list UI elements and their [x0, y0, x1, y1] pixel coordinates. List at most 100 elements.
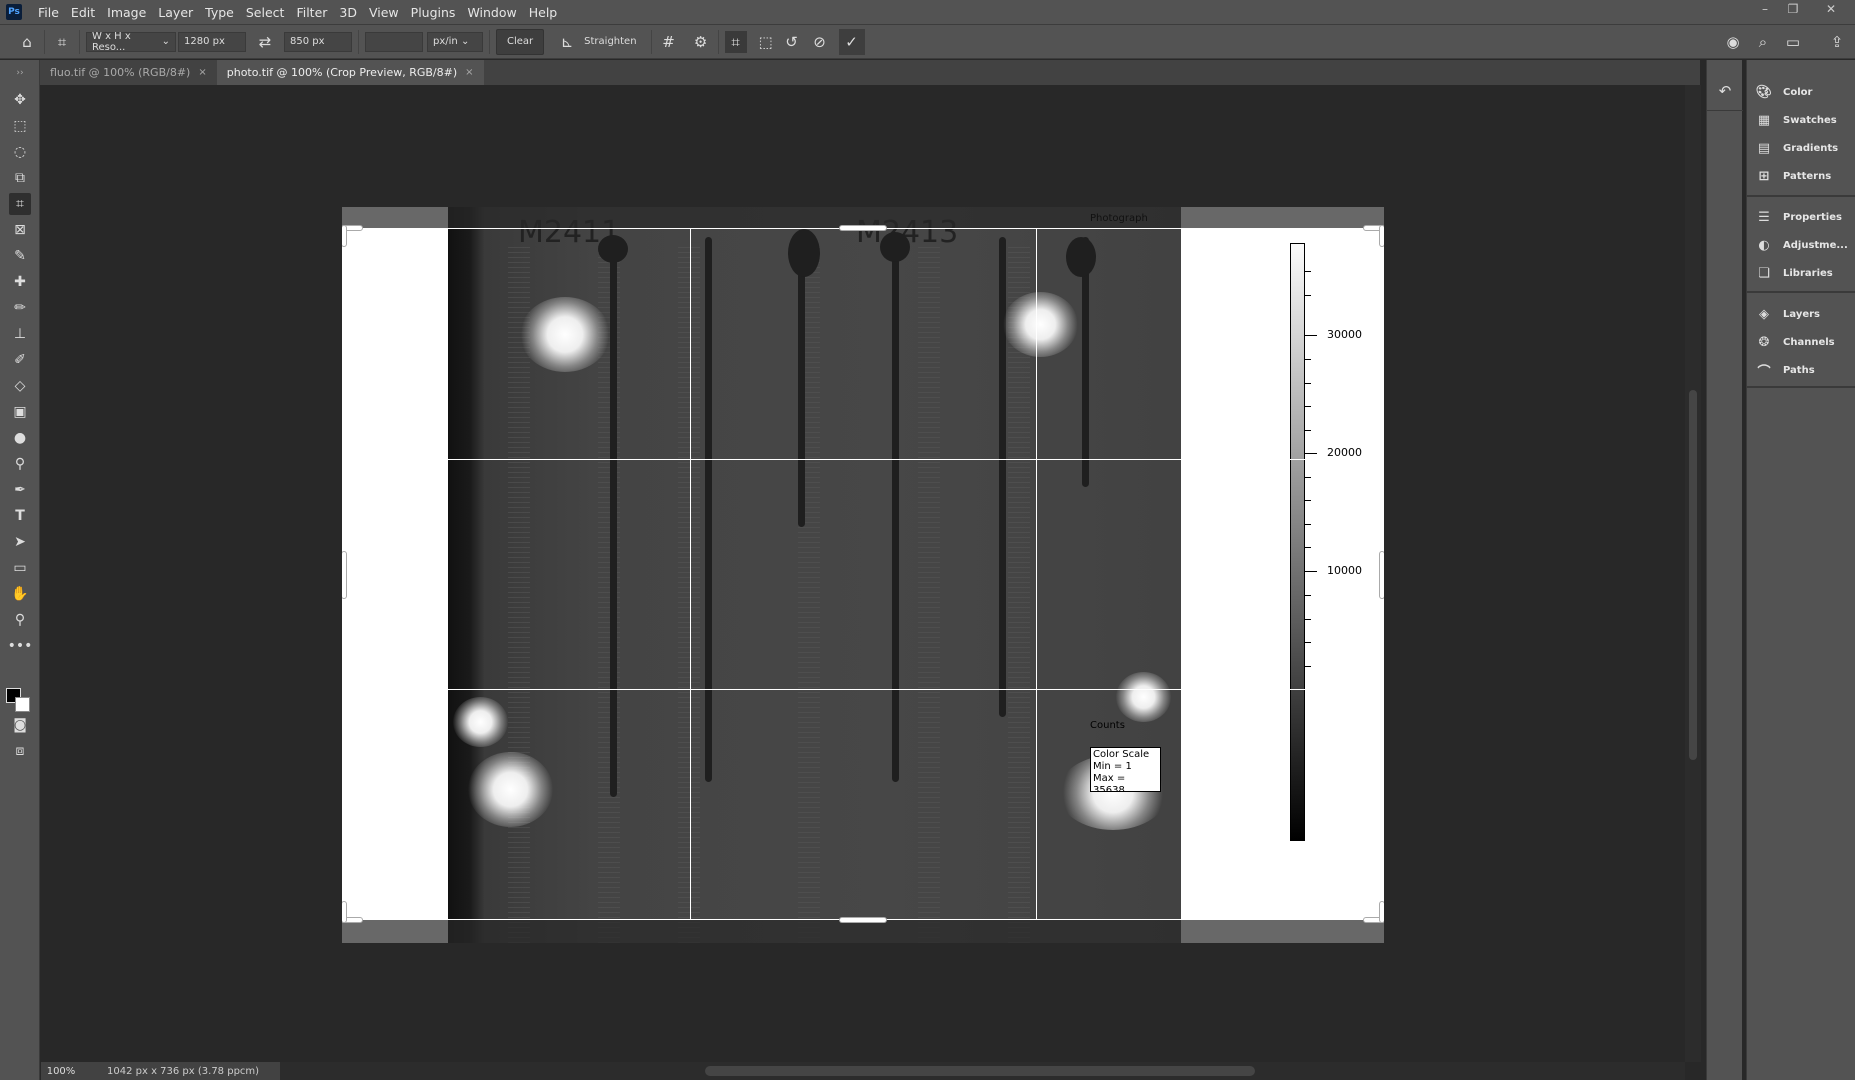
commit-checkmark-icon[interactable]: ✓ — [838, 28, 865, 55]
path-select-icon[interactable]: ➤ — [9, 531, 31, 553]
panel-adjustments[interactable]: ◐ Adjustme... — [1755, 237, 1847, 253]
crop-handle-right[interactable] — [1380, 552, 1384, 598]
panel-properties[interactable]: ☰ Properties — [1755, 209, 1842, 225]
minimize-icon[interactable]: – — [1752, 2, 1778, 22]
crop-handle-top[interactable] — [840, 226, 886, 230]
panel-libraries[interactable]: ❏ Libraries — [1755, 265, 1833, 281]
search-icon[interactable]: ⌕ — [1752, 31, 1774, 53]
menu-window[interactable]: Window — [461, 5, 522, 20]
eraser-tool-icon[interactable]: ◇ — [9, 375, 31, 397]
gradient-tool-icon[interactable]: ▣ — [9, 401, 31, 423]
share-icon[interactable]: ⇪ — [1826, 31, 1848, 53]
menu-image[interactable]: Image — [101, 5, 152, 20]
history-brush-icon[interactable]: ✐ — [9, 349, 31, 371]
menu-plugins[interactable]: Plugins — [405, 5, 462, 20]
horizontal-scroll-thumb[interactable] — [705, 1066, 1255, 1076]
crop-handle-bottom-right[interactable] — [1380, 902, 1384, 922]
menu-select[interactable]: Select — [240, 5, 291, 20]
overlay-grid-icon[interactable]: # — [658, 31, 680, 53]
menu-edit[interactable]: Edit — [65, 5, 101, 20]
document-canvas[interactable]: M2411 M2413 30000 20000 10000 Counts Col… — [342, 207, 1384, 943]
resolution-input[interactable] — [365, 31, 423, 52]
unit-select[interactable]: px/in ⌄ — [427, 31, 483, 52]
object-select-tool-icon[interactable]: ⧉ — [9, 167, 31, 189]
hand-tool-icon[interactable]: ✋ — [9, 583, 31, 605]
crop-box[interactable] — [342, 228, 1384, 920]
crop-tool-icon[interactable]: ⌗ — [9, 193, 31, 215]
crop-handle-left[interactable] — [342, 552, 346, 598]
expand-icon[interactable]: ›› — [9, 62, 31, 84]
delete-cropped-pixels-icon[interactable]: ⌗ — [724, 30, 747, 53]
screen-mode-icon[interactable]: ⧈ — [9, 740, 31, 762]
crop-handle-bottom[interactable] — [840, 918, 886, 922]
workspace-icon[interactable]: ▭ — [1782, 31, 1804, 53]
gradient-icon: ▤ — [1757, 140, 1771, 156]
menu-filter[interactable]: Filter — [290, 5, 333, 20]
menu-layer[interactable]: Layer — [152, 5, 199, 20]
settings-gear-icon[interactable]: ⚙ — [690, 31, 712, 53]
libraries-icon: ❏ — [1758, 265, 1770, 281]
content-aware-icon[interactable]: ⬚ — [755, 31, 777, 53]
lasso-tool-icon[interactable]: ◌ — [9, 141, 31, 163]
tab-photo[interactable]: photo.tif @ 100% (Crop Preview, RGB/8#) × — [216, 60, 484, 85]
menu-3d[interactable]: 3D — [333, 5, 363, 20]
user-icon[interactable]: ◉ — [1722, 31, 1744, 53]
tab-fluo[interactable]: fluo.tif @ 100% (RGB/8#) × — [40, 60, 217, 85]
panel-gradients[interactable]: ▤ Gradients — [1755, 140, 1838, 156]
menu-view[interactable]: View — [363, 5, 405, 20]
pen-tool-icon[interactable]: ✒ — [9, 479, 31, 501]
menu-help[interactable]: Help — [523, 5, 564, 20]
close-tab-icon[interactable]: × — [198, 67, 206, 78]
cancel-icon[interactable]: ⊘ — [809, 31, 831, 53]
swap-icon[interactable]: ⇄ — [254, 31, 276, 53]
ratio-select[interactable]: W x H x Reso... ⌄ — [86, 31, 176, 53]
vertical-scroll-thumb[interactable] — [1689, 390, 1697, 760]
frame-tool-icon[interactable]: ⊠ — [9, 219, 31, 241]
zoom-level[interactable]: 100% — [41, 1066, 81, 1077]
width-input[interactable]: 1280 px — [178, 31, 246, 52]
document-info: 1042 px x 736 px (3.78 ppcm) — [107, 1065, 260, 1077]
rectangle-tool-icon[interactable]: ▭ — [9, 557, 31, 579]
restore-icon[interactable]: ❐ — [1780, 2, 1806, 22]
straighten-icon[interactable]: ⊾ — [556, 31, 578, 53]
crop-handle-top-right[interactable] — [1380, 226, 1384, 246]
blur-tool-icon[interactable]: ● — [9, 427, 31, 449]
quick-mask-icon[interactable]: ◙ — [9, 714, 31, 736]
eyedropper-tool-icon[interactable]: ✎ — [9, 245, 31, 267]
colorbar-title: Photograph — [1090, 213, 1148, 224]
panel-color[interactable]: 🎨︎ Color — [1755, 84, 1813, 100]
crop-grid-line — [1036, 228, 1037, 920]
crop-handle-bottom-left[interactable] — [342, 902, 346, 922]
close-tab-icon[interactable]: × — [465, 67, 473, 78]
patterns-icon: ⊞ — [1758, 168, 1770, 184]
panel-paths[interactable]: ⌒ Paths — [1755, 362, 1814, 380]
stamp-tool-icon[interactable]: ⊥ — [9, 323, 31, 345]
menu-bar: Ps File Edit Image Layer Type Select Fil… — [0, 0, 1855, 24]
move-tool-icon[interactable]: ✥ — [9, 89, 31, 111]
type-tool-icon[interactable]: T — [9, 505, 31, 527]
panel-layers[interactable]: ◈ Layers — [1755, 306, 1820, 322]
reset-icon[interactable]: ↺ — [781, 31, 803, 53]
panel-channels[interactable]: ❂ Channels — [1755, 334, 1835, 350]
crop-handle-top-left[interactable] — [342, 226, 346, 246]
swatches-grid-icon: ▦ — [1757, 112, 1771, 128]
panel-patterns[interactable]: ⊞ Patterns — [1755, 168, 1832, 184]
close-window-icon[interactable]: ✕ — [1818, 2, 1844, 22]
dodge-tool-icon[interactable]: ⚲ — [9, 453, 31, 475]
panel-swatches[interactable]: ▦ Swatches — [1755, 112, 1837, 128]
history-panel-dock: ↶ — [1706, 60, 1743, 1080]
home-icon[interactable]: ⌂ — [16, 31, 38, 53]
straighten-button[interactable]: Straighten — [584, 36, 636, 47]
history-icon[interactable]: ↶ — [1714, 80, 1736, 102]
crop-tool-preset-icon[interactable]: ⌗ — [51, 31, 73, 53]
clear-button[interactable]: Clear — [496, 28, 545, 55]
healing-brush-icon[interactable]: ✚ — [9, 271, 31, 293]
menu-file[interactable]: File — [32, 5, 65, 20]
brush-tool-icon[interactable]: ✏ — [9, 297, 31, 319]
menu-type[interactable]: Type — [199, 5, 240, 20]
background-color-swatch[interactable] — [15, 697, 30, 712]
more-tools-icon[interactable]: ••• — [8, 635, 33, 657]
zoom-tool-icon[interactable]: ⚲ — [9, 609, 31, 631]
height-input[interactable]: 850 px — [284, 31, 352, 52]
marquee-tool-icon[interactable]: ⬚ — [9, 115, 31, 137]
